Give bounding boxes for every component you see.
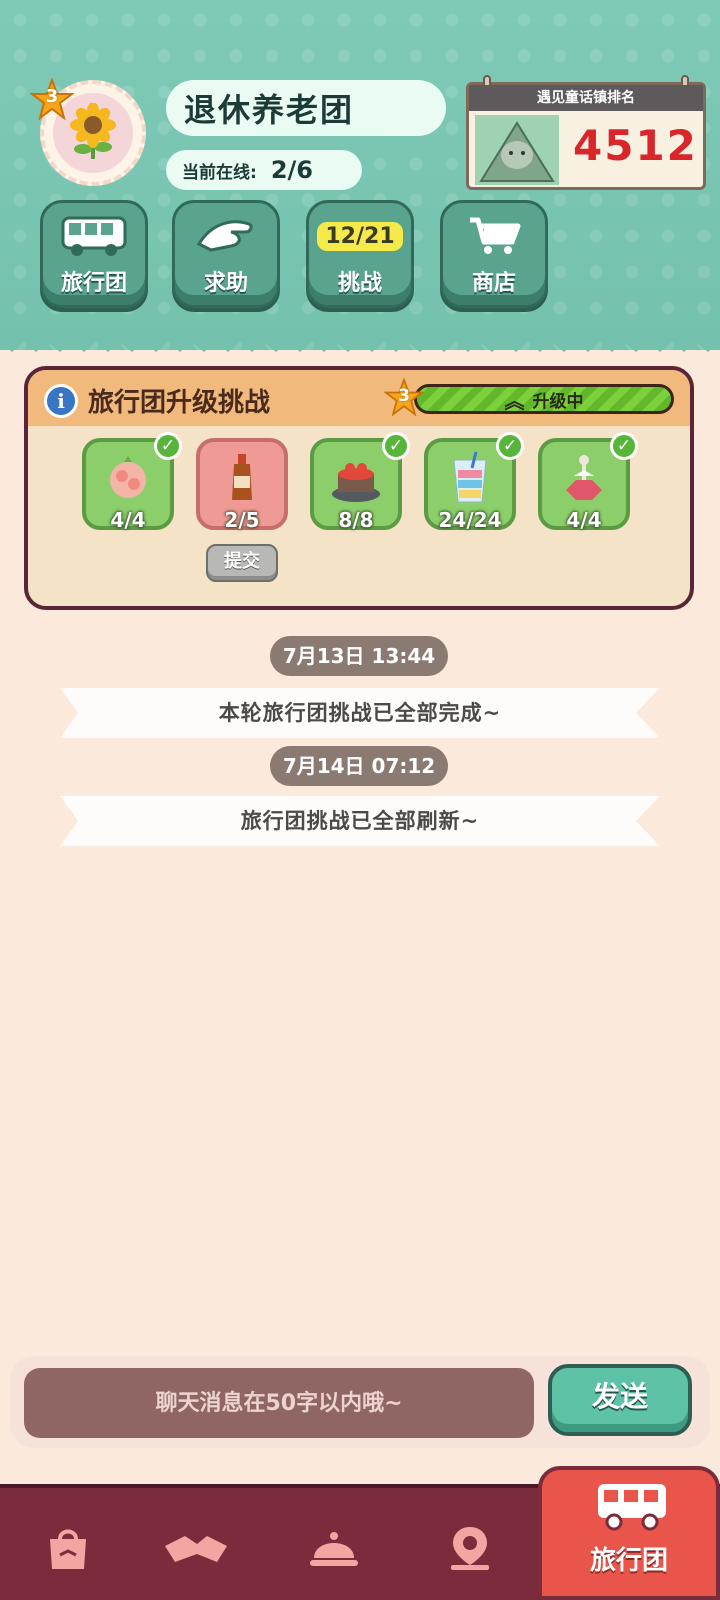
message-timestamp: 7月13日 13:44 [270, 636, 448, 676]
chevron-up-icon: ︽ [504, 388, 525, 413]
item-count: 24/24 [438, 508, 502, 532]
item-count: 8/8 [338, 508, 374, 532]
online-value: 2/6 [270, 156, 313, 184]
upgrade-challenge-panel: i 旅行团升级挑战 ︽ 升级中 3 ✓ 4/4 2/5 ✓ 8/8 ✓ 24/2… [24, 366, 694, 610]
upgrade-progress-bar: ︽ 升级中 [414, 384, 674, 414]
bottom-nav-map[interactable] [420, 1508, 520, 1588]
bottom-nav-tour-group-active[interactable]: 旅行团 [538, 1466, 720, 1600]
message-timestamp: 7月14日 07:12 [270, 746, 448, 786]
handshake-icon [165, 1536, 227, 1562]
shopping-bag-icon [50, 1529, 86, 1569]
bottom-nav-shop-bag[interactable] [18, 1508, 118, 1588]
sauce-bottle-icon [232, 454, 252, 500]
check-icon: ✓ [496, 432, 524, 460]
rank-mascot-image [475, 115, 559, 185]
nav-label: 求助 [203, 271, 248, 296]
challenge-item-pink-candy[interactable]: ✓ 4/4 [82, 432, 182, 532]
challenge-item-sauce-bottle[interactable]: 2/5 [196, 438, 288, 532]
bus-icon [598, 1484, 666, 1531]
send-button[interactable]: 发送 [548, 1364, 692, 1436]
group-name: 退休养老团 [166, 80, 446, 136]
check-icon: ✓ [154, 432, 182, 460]
chat-message-input[interactable] [24, 1368, 534, 1438]
parfait-cup-icon [453, 451, 487, 503]
nav-help-button[interactable]: 求助 [172, 200, 280, 308]
online-label: 当前在线: [182, 162, 257, 183]
challenge-item-strawberry-cake[interactable]: ✓ 8/8 [310, 432, 410, 532]
online-status: 当前在线: 2/6 [166, 150, 362, 190]
panel-title: 旅行团升级挑战 [88, 388, 271, 418]
info-icon[interactable]: i [44, 384, 78, 418]
bottom-nav-friends[interactable] [146, 1508, 246, 1588]
challenge-level-star: 3 [383, 377, 425, 418]
system-message: 本轮旅行团挑战已全部完成~ [60, 688, 660, 738]
rank-value: 4512 [573, 121, 698, 170]
level-star-badge: 3 [29, 77, 75, 122]
upgrade-status: 升级中 [532, 391, 584, 412]
item-count: 2/5 [224, 508, 260, 532]
challenge-item-dancer-cake[interactable]: ✓ 4/4 [538, 432, 638, 532]
check-icon: ✓ [610, 432, 638, 460]
hand-icon [196, 220, 253, 252]
challenge-level: 3 [398, 386, 410, 406]
cart-icon [470, 217, 521, 254]
strawberry-cake-icon [332, 463, 380, 502]
nav-shop-button[interactable]: 商店 [440, 200, 548, 308]
cloche-icon [310, 1532, 358, 1566]
bus-icon [61, 216, 127, 256]
nav-challenge-button[interactable]: 12/21 挑战 [306, 200, 414, 308]
dancer-cake-icon [566, 455, 602, 500]
rank-card[interactable]: 遇见童话镇排名 4512 [466, 75, 706, 190]
item-count: 4/4 [110, 508, 146, 532]
nav-label: 商店 [471, 271, 516, 296]
challenge-progress-badge: 12/21 [317, 221, 403, 251]
header-zigzag-edge [0, 330, 720, 352]
submit-button[interactable]: 提交 [206, 544, 278, 582]
nav-tour-group-button[interactable]: 旅行团 [40, 200, 148, 308]
bottom-nav-active-label: 旅行团 [589, 1546, 668, 1576]
challenge-item-parfait-cup[interactable]: ✓ 24/24 [424, 432, 524, 532]
system-message: 旅行团挑战已全部刷新~ [60, 796, 660, 846]
bottom-nav-restaurant[interactable] [284, 1508, 384, 1588]
nav-label: 挑战 [337, 271, 382, 296]
item-count: 4/4 [566, 508, 602, 532]
check-icon: ✓ [382, 432, 410, 460]
rank-title: 遇见童话镇排名 [469, 85, 703, 111]
map-pin-icon [451, 1527, 489, 1570]
group-level: 3 [45, 86, 59, 107]
nav-label: 旅行团 [60, 271, 127, 296]
pink-candy-icon [110, 456, 146, 498]
